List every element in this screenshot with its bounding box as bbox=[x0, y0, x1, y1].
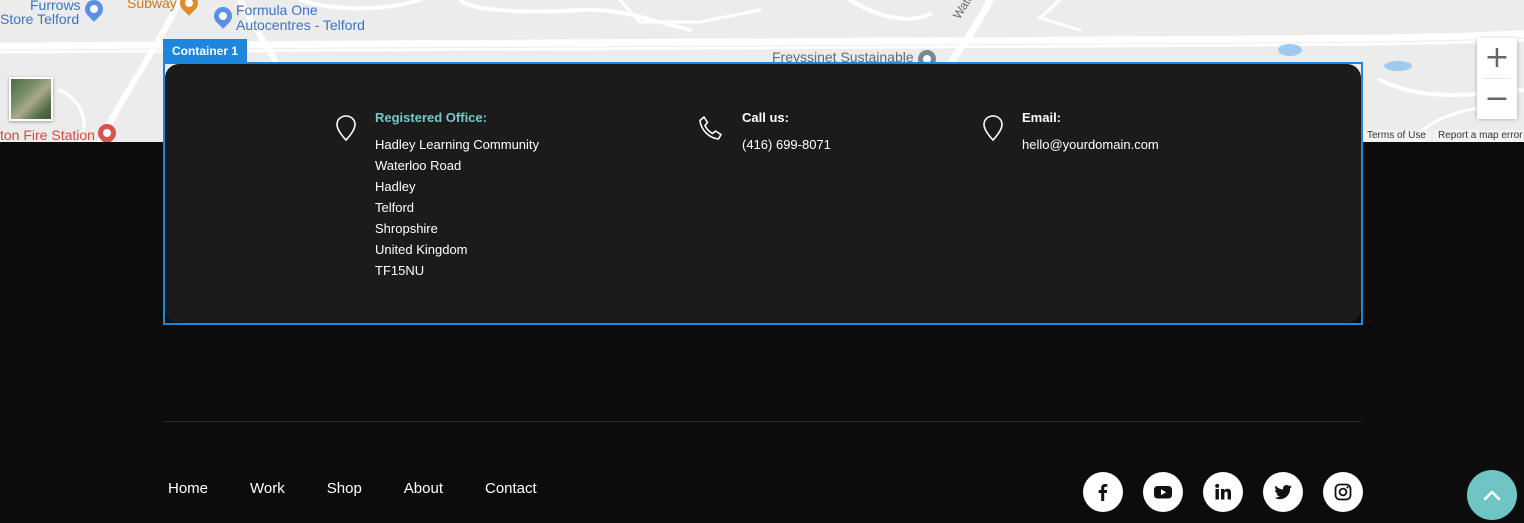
map-terms-link[interactable]: Terms of Use bbox=[1362, 130, 1431, 142]
poi-furrows-label-2[interactable]: Store Telford bbox=[0, 12, 79, 27]
zoom-controls: + − bbox=[1477, 38, 1517, 119]
facebook-button[interactable] bbox=[1083, 472, 1123, 512]
scroll-to-top-button[interactable] bbox=[1467, 470, 1517, 520]
twitter-button[interactable] bbox=[1263, 472, 1303, 512]
satellite-view-toggle[interactable] bbox=[9, 77, 53, 121]
instagram-icon bbox=[1334, 483, 1352, 501]
twitter-icon bbox=[1274, 485, 1292, 500]
facebook-icon bbox=[1098, 484, 1108, 501]
poi-fire-station-label[interactable]: ton Fire Station bbox=[0, 128, 95, 143]
container-label-tag[interactable]: Container 1 bbox=[163, 39, 248, 63]
nav-link-contact[interactable]: Contact bbox=[485, 478, 537, 500]
poi-formula-one-label[interactable]: Formula One bbox=[236, 3, 318, 18]
footer-divider bbox=[163, 421, 1362, 422]
youtube-icon bbox=[1154, 486, 1172, 499]
poi-formula-one-label-2[interactable]: Autocentres - Telford bbox=[236, 18, 365, 33]
zoom-out-button[interactable]: − bbox=[1477, 79, 1517, 119]
social-links bbox=[1083, 472, 1363, 512]
footer-nav: Home Work Shop About Contact bbox=[168, 478, 579, 500]
container-selection-outline bbox=[163, 62, 1363, 325]
map-report-error-link[interactable]: Report a map error bbox=[1433, 130, 1524, 142]
linkedin-button[interactable] bbox=[1203, 472, 1243, 512]
nav-link-about[interactable]: About bbox=[404, 478, 443, 500]
youtube-button[interactable] bbox=[1143, 472, 1183, 512]
nav-link-work[interactable]: Work bbox=[250, 478, 285, 500]
zoom-in-button[interactable]: + bbox=[1477, 38, 1517, 78]
chevron-up-icon bbox=[1483, 490, 1501, 501]
nav-link-shop[interactable]: Shop bbox=[327, 478, 362, 500]
instagram-button[interactable] bbox=[1323, 472, 1363, 512]
linkedin-icon bbox=[1215, 483, 1231, 500]
nav-link-home[interactable]: Home bbox=[168, 478, 208, 500]
poi-subway-label[interactable]: Subway bbox=[127, 0, 177, 11]
